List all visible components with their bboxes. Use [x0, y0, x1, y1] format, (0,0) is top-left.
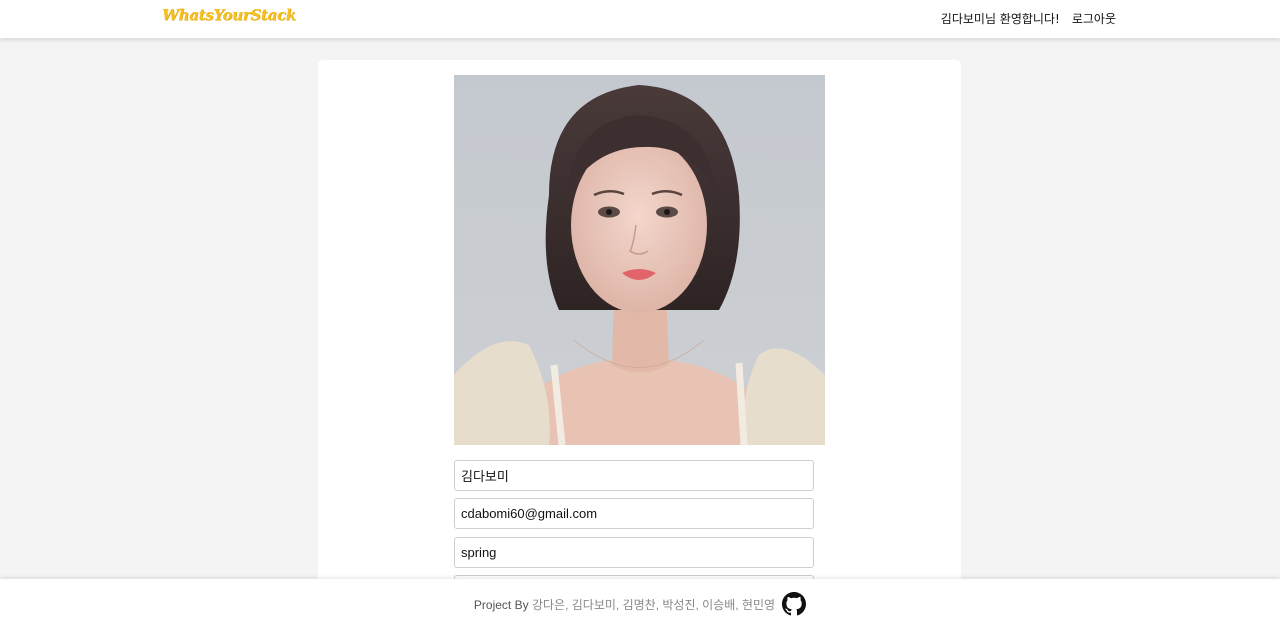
- footer-prefix: Project By: [473, 597, 532, 612]
- profile-photo: [454, 75, 825, 445]
- name-field[interactable]: [454, 460, 814, 491]
- profile-photo-image: [454, 75, 825, 445]
- footer-credits: Project By 강다은, 김다보미, 김명찬, 박성진, 이승배, 현민영: [474, 596, 775, 613]
- github-icon[interactable]: [782, 592, 807, 616]
- footer-names: 강다은, 김다보미, 김명찬, 박성진, 이승배, 현민영: [531, 597, 776, 612]
- logo[interactable]: WhatsYourStack: [162, 6, 296, 24]
- footer: Project By 강다은, 김다보미, 김명찬, 박성진, 이승배, 현민영: [0, 579, 1280, 629]
- top-navbar: WhatsYourStack 김다보미님 환영합니다! 로그아웃: [0, 0, 1280, 38]
- email-field[interactable]: [454, 498, 814, 529]
- stack-field[interactable]: [454, 537, 814, 568]
- logout-link[interactable]: 로그아웃: [1072, 10, 1116, 27]
- profile-card: [318, 60, 961, 606]
- nav-menu: 김다보미님 환영합니다! 로그아웃: [941, 10, 1116, 27]
- welcome-message: 김다보미님 환영합니다!: [940, 12, 1060, 26]
